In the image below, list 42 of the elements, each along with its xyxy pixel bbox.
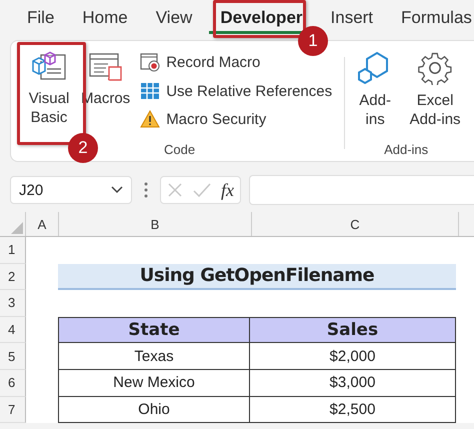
ribbon-button[interactable]: Excel Add-ins [401, 47, 464, 129]
row-header[interactable]: 2 [0, 264, 26, 290]
ribbon-tab[interactable]: View [144, 4, 204, 34]
drag-handle-icon [144, 182, 148, 198]
ribbon-button[interactable]: Use Relative References [138, 79, 334, 103]
name-box[interactable]: J20 [10, 176, 132, 204]
column-header[interactable]: C [252, 212, 459, 236]
insert-function-button[interactable]: fx [221, 180, 234, 200]
row-header[interactable]: 1 [0, 237, 26, 264]
select-all-icon [11, 222, 23, 234]
row-header[interactable]: 5 [0, 343, 26, 370]
ribbon-button[interactable]: Add-ins [349, 47, 402, 129]
table-cell: $2,000 [250, 343, 456, 370]
table-cell: $3,000 [250, 370, 456, 397]
column-header[interactable]: A [26, 212, 59, 236]
table-cell: $2,500 [250, 396, 456, 424]
script-list-icon [88, 51, 124, 83]
ribbon-tab[interactable]: Formulas [390, 4, 474, 34]
check-icon[interactable] [193, 182, 211, 198]
group-label: Code [164, 142, 196, 159]
row-header[interactable]: 6 [0, 370, 26, 397]
table-cell: Texas [58, 343, 250, 370]
table-cell: Ohio [58, 396, 250, 424]
chevron-down-icon [111, 186, 123, 194]
gear-icon [418, 51, 452, 85]
table-header-cell: Sales [250, 316, 456, 344]
row-header[interactable]: 7 [0, 396, 26, 424]
row-header[interactable]: 3 [0, 290, 26, 317]
table-cell: New Mexico [58, 370, 250, 397]
column-header[interactable]: B [59, 212, 252, 236]
record-icon [140, 52, 160, 72]
title-cell: Using GetOpenFilename [58, 264, 456, 290]
group-label: Add-ins [384, 142, 428, 159]
table-icon [140, 82, 160, 100]
ribbon-button[interactable]: Macro Security [138, 107, 334, 131]
table-header-cell: State [58, 316, 250, 344]
formula-input[interactable] [249, 175, 474, 205]
ribbon-tab[interactable]: File [16, 4, 66, 34]
warning-icon [140, 110, 160, 128]
row-header[interactable]: 4 [0, 316, 26, 344]
ribbon-button[interactable]: Visual Basic [19, 47, 79, 127]
ribbon-tab[interactable]: Home [71, 4, 139, 34]
